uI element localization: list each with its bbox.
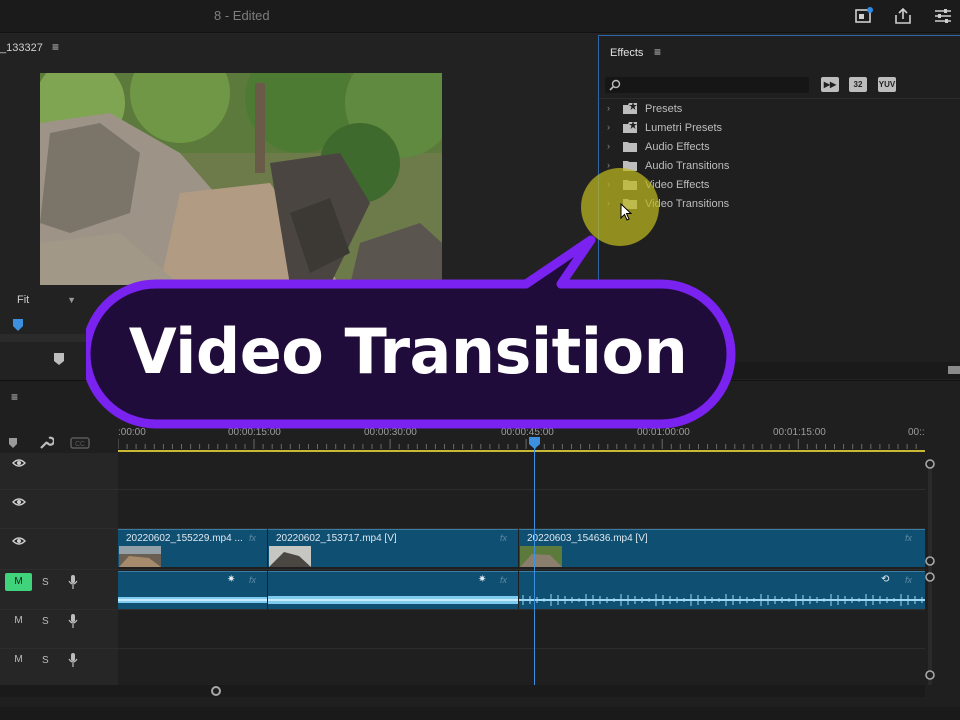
audio-clip[interactable]: ⟲ fx [519,571,925,609]
microphone-icon[interactable] [68,614,78,628]
work-area-bar[interactable] [118,450,925,452]
panel-menu-icon[interactable]: ≡ [654,45,661,59]
playhead-handle[interactable] [529,437,540,449]
solo-button-a2[interactable]: S [42,616,49,627]
program-monitor-icon[interactable] [854,7,874,25]
presets-folder-icon [623,122,637,133]
track-divider [0,609,925,610]
add-marker-icon[interactable] [54,353,64,365]
solo-button-a1[interactable]: S [42,577,49,588]
mute-button-a3[interactable]: M [5,651,32,669]
eye-icon[interactable] [12,458,26,468]
sequence-name[interactable]: _133327 [0,42,43,54]
window-title: 8 - Edited [214,8,270,23]
ruler-label: 00:01:15:00 [773,427,826,438]
accelerated-effects-filter-icon[interactable]: ▶▶ [821,77,839,92]
ruler-label: 00:: [908,427,925,438]
chevron-down-icon: ▼ [67,295,76,305]
solo-button-a3[interactable]: S [42,655,49,666]
playhead-line [534,441,535,687]
chevron-right-icon: › [607,141,610,151]
video-clip[interactable]: 20220602_153717.mp4 [V] fx [268,529,518,567]
keyframe-star-icon: ✷ [478,574,487,585]
speed-icon: ⟲ [881,574,890,585]
program-playhead[interactable] [13,319,23,331]
title-bar: 8 - Edited [0,0,960,33]
audio-clip[interactable]: ✷ fx [118,571,267,609]
mute-button-a2[interactable]: M [5,612,32,630]
keyframe-star-icon: ✷ [227,574,236,585]
clip-thumbnail [269,546,311,567]
track-divider [0,489,925,490]
track-divider [0,569,925,570]
panel-menu-icon[interactable]: ≡ [11,390,18,404]
add-marker-icon[interactable] [8,437,18,449]
audio-clip[interactable]: ✷ fx [268,571,518,609]
status-bar [0,707,960,720]
svg-text:CC: CC [75,441,85,448]
timeline-horizontal-scrollbar[interactable] [0,685,925,697]
presets-folder-icon [623,103,637,114]
microphone-icon[interactable] [68,653,78,667]
track-divider [0,648,925,649]
microphone-icon[interactable] [68,575,78,589]
eye-icon[interactable] [12,497,26,507]
scroll-handle[interactable] [211,686,221,696]
effects-search-input[interactable] [605,77,809,93]
tree-item-lumetri-presets[interactable]: › Lumetri Presets [607,119,907,137]
eye-icon[interactable] [12,536,26,546]
divider [599,98,960,99]
captions-icon[interactable]: CC [70,437,90,449]
mouse-cursor-icon [620,203,632,221]
clip-thumbnail [520,546,562,567]
audio-waveform [519,594,925,606]
audio-waveform [268,596,518,604]
mute-button-a1[interactable]: M [5,573,32,591]
zoom-fit-value: Fit [17,294,30,306]
folder-icon [623,142,637,152]
tree-item-audio-effects[interactable]: › Audio Effects [607,138,907,156]
timeline-vertical-scrollbar[interactable] [925,459,935,685]
callout-text: Video Transition [128,315,688,388]
yuv-filter-button[interactable]: YUV [878,77,896,92]
zoom-fit-select[interactable]: Fit ▼ [12,292,80,308]
tree-item-audio-transitions[interactable]: › Audio Transitions [607,157,907,175]
panel-menu-icon[interactable]: ≡ [52,40,59,54]
search-icon [609,79,621,91]
timeline-panel: ≡ CC :00:00 00:00:15:00 00:00:30:00 00:0… [0,380,960,720]
wrench-icon[interactable] [38,435,54,451]
menu-icon[interactable] [933,7,953,25]
clip-thumbnail [119,546,161,567]
audio-waveform [118,597,267,603]
time-ruler[interactable] [118,439,925,449]
new-bin-icon[interactable] [948,366,960,374]
32bit-filter-button[interactable]: 32 [849,77,867,92]
video-clip[interactable]: 20220602_155229.mp4 ... fx [118,529,267,567]
video-clip[interactable]: 20220603_154636.mp4 [V] fx [519,529,925,567]
effects-panel-title[interactable]: Effects [610,47,643,59]
chevron-right-icon: › [607,103,610,113]
share-icon[interactable] [893,7,913,25]
chevron-right-icon: › [607,122,610,132]
premiere-workspace: 8 - Edited _133327 ≡ Fit ▼ Effects ≡ ▶▶ … [0,0,960,720]
tree-item-presets[interactable]: › Presets [607,100,907,118]
